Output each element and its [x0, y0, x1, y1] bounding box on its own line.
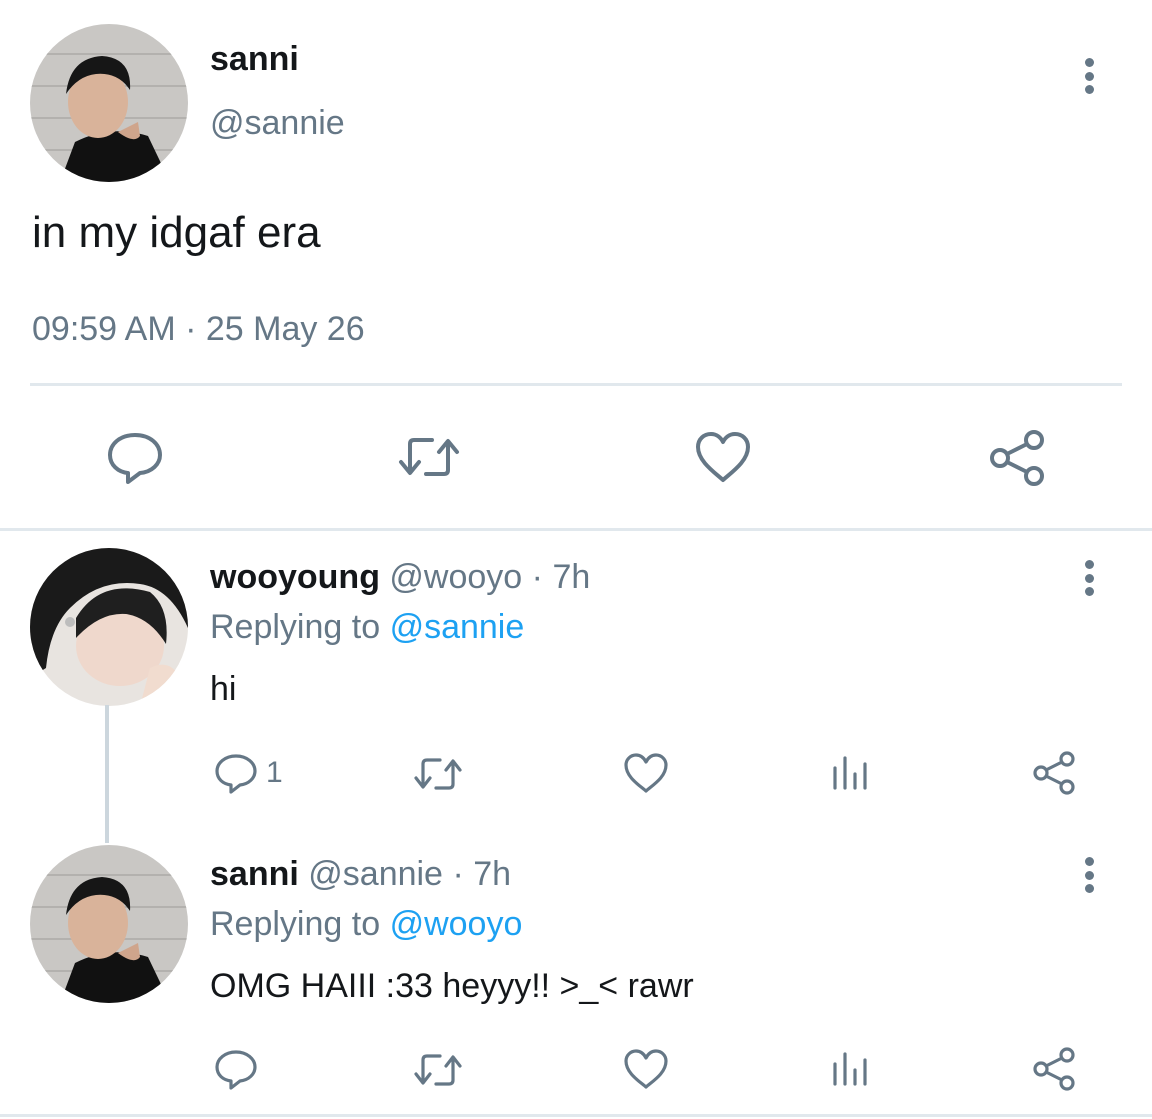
avatar-image: [30, 548, 188, 706]
share-icon: [990, 430, 1044, 486]
replying-to-mention[interactable]: @sannie: [390, 608, 525, 646]
retweet-icon: [414, 1054, 462, 1086]
reply-button[interactable]: [214, 1048, 258, 1090]
share-button[interactable]: [988, 428, 1048, 488]
reply-icon: [108, 433, 162, 484]
reply-count: 1: [266, 756, 283, 789]
like-icon: [624, 753, 668, 793]
dot-separator: ·: [531, 558, 543, 596]
share-button[interactable]: [1032, 1046, 1078, 1092]
avatar-sanni[interactable]: [30, 24, 188, 182]
avatar-image: [30, 24, 188, 182]
retweet-icon: [414, 758, 462, 790]
bottom-divider: [0, 1114, 1152, 1117]
share-icon: [1033, 1047, 1075, 1091]
like-icon: [624, 1049, 668, 1089]
reply-icon: [215, 754, 257, 794]
avatar-sanni[interactable]: [30, 845, 188, 1003]
avatar-wooyoung[interactable]: [30, 548, 188, 706]
retweet-button[interactable]: [396, 432, 462, 482]
replying-prefix: Replying to: [210, 608, 381, 646]
reply-author-name[interactable]: sanni: [210, 855, 299, 893]
like-button[interactable]: [623, 1048, 669, 1090]
like-button[interactable]: [694, 430, 752, 484]
reply-time: 7h: [552, 558, 591, 596]
tweet-text: in my idgaf era: [32, 208, 321, 257]
divider: [30, 383, 1122, 386]
retweet-button[interactable]: [412, 1050, 464, 1090]
reply-icon: [215, 1050, 257, 1090]
views-button[interactable]: [830, 752, 870, 792]
views-button[interactable]: [830, 1048, 870, 1088]
author-handle[interactable]: @sannie: [210, 104, 345, 143]
reply-button[interactable]: 1: [214, 752, 283, 794]
reply-author-handle[interactable]: @sannie: [308, 855, 443, 893]
reply-button[interactable]: [106, 430, 164, 486]
tweet-timestamp: 09:59 AM · 25 May 26: [32, 310, 365, 348]
retweet-button[interactable]: [412, 754, 464, 794]
replying-to: Replying to @wooyo: [210, 905, 522, 944]
reply-header: sanni @sannie · 7h: [210, 855, 511, 894]
more-options-icon[interactable]: [1074, 556, 1104, 600]
reply-text: hi: [210, 670, 237, 708]
retweet-icon: [399, 438, 459, 476]
section-divider: [0, 528, 1152, 531]
author-name[interactable]: sanni: [210, 40, 299, 79]
reply-author-name[interactable]: wooyoung: [210, 558, 380, 596]
views-icon: [833, 1052, 867, 1086]
share-icon: [1033, 751, 1075, 795]
views-icon: [833, 756, 867, 790]
share-button[interactable]: [1032, 750, 1078, 796]
replying-to: Replying to @sannie: [210, 608, 524, 647]
like-button[interactable]: [623, 752, 669, 794]
reply-time: 7h: [473, 855, 512, 893]
replying-to-mention[interactable]: @wooyo: [390, 905, 523, 943]
thread-line: [105, 705, 109, 843]
like-icon: [696, 432, 750, 482]
more-options-icon[interactable]: [1074, 54, 1104, 98]
reply-header: wooyoung @wooyo · 7h: [210, 558, 590, 597]
reply-author-handle[interactable]: @wooyo: [389, 558, 522, 596]
avatar-image: [30, 845, 188, 1003]
reply-text: OMG HAIII :33 heyyy!! >_< rawr: [210, 967, 694, 1005]
dot-separator: ·: [452, 855, 464, 893]
more-options-icon[interactable]: [1074, 853, 1104, 897]
replying-prefix: Replying to: [210, 905, 381, 943]
